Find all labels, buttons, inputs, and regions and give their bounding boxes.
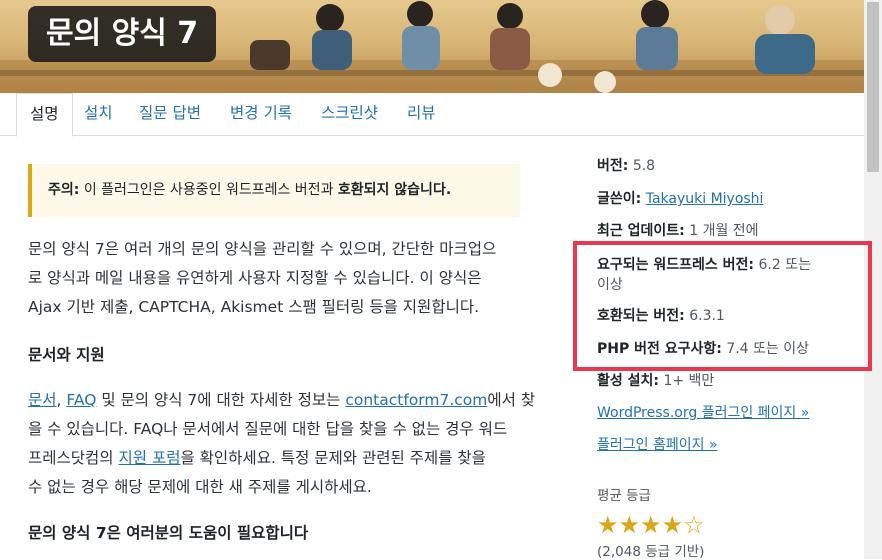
plugin-tabs: 설명 설치 질문 답변 변경 기록 스크린샷 리뷰	[0, 93, 864, 137]
author-link[interactable]: Takayuki Miyoshi	[646, 191, 764, 207]
meta-value: 1+ 백만	[663, 373, 715, 389]
plugin-homepage-link[interactable]: 플러그인 홈페이지 »	[597, 437, 718, 453]
docs-text: 프레스닷컴의	[28, 449, 119, 467]
docs-line: 수 없는 경우 해당 문제에 대한 새 주제를 게시하세요.	[28, 478, 372, 496]
section-heading-docs: 문서와 지원	[28, 346, 105, 364]
plugin-banner: 문의 양식 7	[0, 0, 864, 93]
tab-installation[interactable]: 설치	[84, 93, 113, 135]
star-rating: ★★★★☆	[597, 511, 705, 539]
intro-line: 문의 양식 7은 여러 개의 문의 양식을 관리할 수 있으며, 간단한 마크업…	[28, 240, 497, 258]
separator: ,	[56, 391, 67, 409]
tab-screenshots[interactable]: 스크린샷	[321, 93, 378, 135]
meta-label: 버전:	[597, 158, 629, 174]
docs-line: 을 수 있습니다. FAQ나 문서에서 질문에 대한 답을 찾을 수 없는 경우…	[28, 420, 508, 438]
tab-description[interactable]: 설명	[16, 93, 73, 137]
intro-line: 로 양식과 메일 내용을 유연하게 사용자 지정할 수 있습니다. 이 양식은	[28, 269, 482, 287]
meta-value: 1 개월 전에	[689, 223, 759, 239]
tab-changelog[interactable]: 변경 기록	[230, 93, 292, 135]
docs-line: 프레스닷컴의 지원 포럼을 확인하세요. 특정 문제와 관련된 주제를 찾을	[28, 444, 548, 473]
rating-count: (2,048 등급 기반)	[597, 544, 705, 560]
section-heading-help: 문의 양식 7은 여러분의 도움이 필요합니다	[28, 524, 309, 542]
intro-paragraph: 문의 양식 7은 여러 개의 문의 양식을 관리할 수 있으며, 간단한 마크업…	[28, 235, 548, 322]
plugin-title: 문의 양식 7	[28, 6, 217, 62]
docs-text: 및 문의 양식 7에 대한 자세한 정보는	[96, 391, 346, 409]
meta-version: 버전: 5.8	[597, 155, 655, 175]
meta-label: 활성 설치:	[597, 373, 659, 389]
contactform7-link[interactable]: contactform7.com	[345, 391, 487, 409]
notice-text: 이 플러그인은 사용중인 워드프레스 버전과	[83, 182, 334, 198]
meta-active-installs: 활성 설치: 1+ 백만	[597, 370, 714, 390]
docs-link[interactable]: 문서	[28, 391, 57, 409]
notice-strong: 호환되지 않습니다.	[337, 182, 452, 198]
tab-reviews[interactable]: 리뷰	[407, 93, 436, 135]
wporg-plugin-page-link[interactable]: WordPress.org 플러그인 페이지 »	[597, 405, 809, 421]
docs-text: 을 확인하세요. 특정 문제와 관련된 주제를 찾을	[180, 449, 486, 467]
requirements-highlight-box	[573, 241, 872, 371]
support-forum-link[interactable]: 지원 포럼	[119, 449, 181, 467]
meta-last-updated: 최근 업데이트: 1 개월 전에	[597, 220, 759, 240]
rating-heading: 평균 등급	[597, 488, 651, 504]
intro-line: Ajax 기반 제출, CAPTCHA, Akismet 스팸 필터링 등을 지…	[28, 298, 480, 316]
compatibility-notice: 주의: 이 플러그인은 사용중인 워드프레스 버전과 호환되지 않습니다.	[28, 164, 520, 217]
faq-link[interactable]: FAQ	[66, 391, 96, 409]
meta-label: 최근 업데이트:	[597, 223, 685, 239]
docs-line: 문서, FAQ 및 문의 양식 7에 대한 자세한 정보는 contactfor…	[28, 386, 548, 415]
scrollbar-thumb[interactable]	[867, 2, 879, 172]
meta-label: 글쓴이:	[597, 191, 642, 207]
meta-value: 5.8	[632, 158, 656, 174]
notice-prefix: 주의:	[48, 182, 80, 198]
tab-faq[interactable]: 질문 답변	[139, 93, 201, 135]
meta-author: 글쓴이: Takayuki Miyoshi	[597, 188, 763, 208]
docs-text: 에서 찾	[487, 391, 536, 409]
docs-paragraph: 문서, FAQ 및 문의 양식 7에 대한 자세한 정보는 contactfor…	[28, 386, 548, 502]
